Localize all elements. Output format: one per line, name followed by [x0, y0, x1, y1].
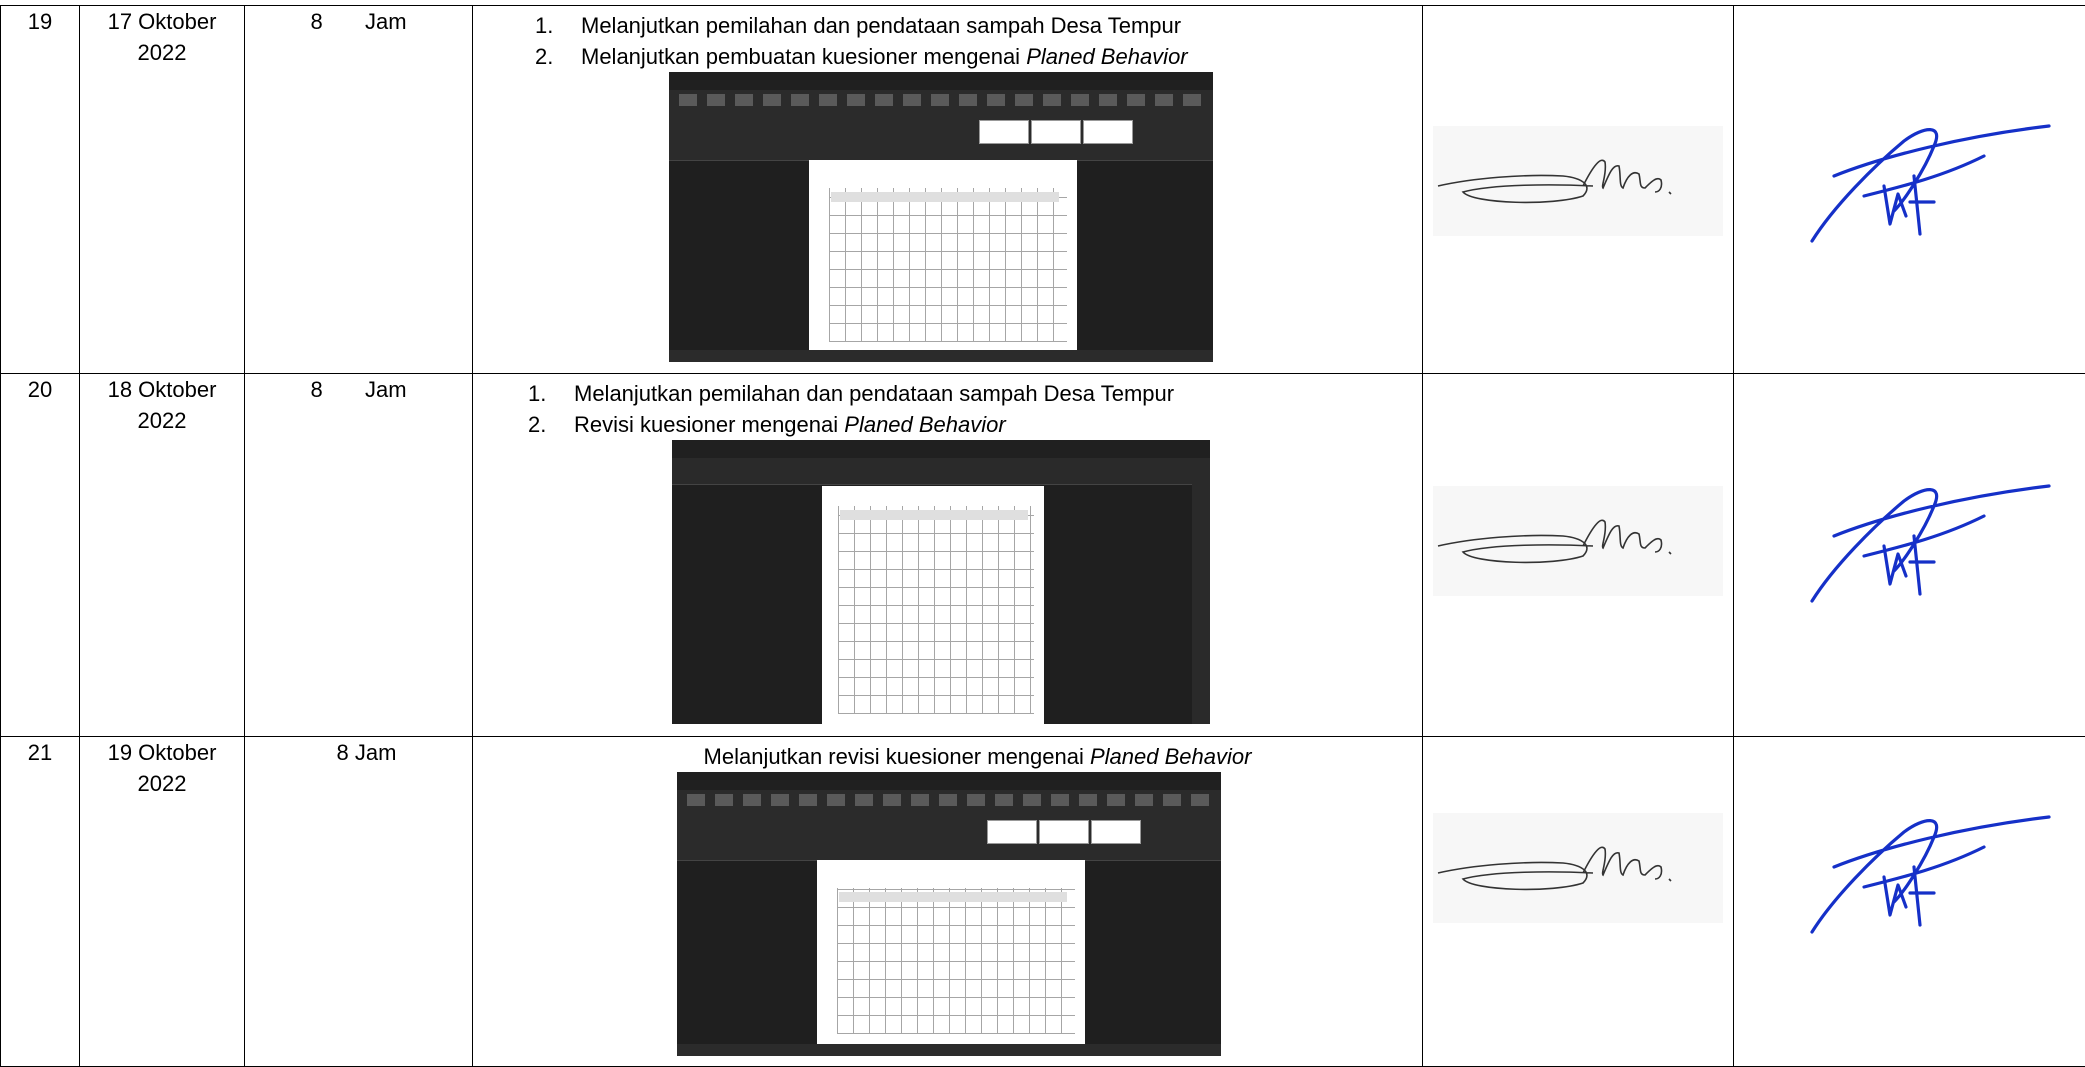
row-number: 20: [0, 373, 80, 737]
student-signature-cell: [1422, 5, 1734, 374]
supervisor-signature-cell: [1733, 5, 2085, 374]
screenshot-titlebar: [669, 72, 1213, 90]
screenshot-document-page: [809, 160, 1077, 352]
activity-text: Melanjutkan pemilahan dan pendataan samp…: [581, 13, 1182, 38]
screenshot-ribbon: [669, 90, 1213, 161]
row-duration: 8 Jam: [244, 373, 473, 737]
date-day-month: 17 Oktober: [107, 9, 217, 34]
screenshot-titlebar: [677, 772, 1221, 790]
duration-hours: 8: [310, 9, 323, 34]
supervisor-signature: [1810, 124, 2051, 243]
activity-number: 2.: [535, 44, 554, 69]
word-document-screenshot: [669, 72, 1213, 362]
activity-item: Melanjutkan revisi kuesioner mengenai Pl…: [473, 737, 1422, 772]
screenshot-ribbon: [677, 790, 1221, 861]
row-date: 18 Oktober 2022: [79, 373, 245, 737]
date-year: 2022: [137, 771, 187, 796]
duration-hours: 8: [310, 377, 323, 402]
activity-text: Revisi kuesioner mengenai: [574, 412, 845, 437]
activity-text: Melanjutkan pemilahan dan pendataan samp…: [574, 381, 1175, 406]
activity-number: 1.: [528, 381, 547, 406]
row-date: 19 Oktober 2022: [79, 736, 245, 1067]
row-activities: 1. Melanjutkan pemilahan dan pendataan sa…: [472, 373, 1423, 737]
supervisor-signature: [1810, 484, 2051, 603]
activity-number: 1.: [535, 13, 554, 38]
duration-unit: Jam: [364, 377, 407, 402]
student-signature: [1433, 126, 1723, 236]
log-row: 19 17 Oktober 2022 8 Jam 1. Melanjutkan p…: [0, 5, 2085, 374]
row-duration: 8 Jam: [244, 736, 473, 1067]
activity-item: 1. Melanjutkan pemilahan dan pendataan sa…: [535, 10, 1422, 41]
date-year: 2022: [137, 40, 187, 65]
row-activities: 1. Melanjutkan pemilahan dan pendataan sa…: [472, 5, 1423, 374]
activity-log-table: 19 17 Oktober 2022 8 Jam 1. Melanjutkan p…: [0, 5, 2085, 1067]
screenshot-document-page: [822, 486, 1044, 724]
log-row: 20 18 Oktober 2022 8 Jam 1. Melanjutkan p…: [0, 373, 2085, 737]
activity-italic-text: Planed Behavior: [1089, 744, 1252, 769]
supervisor-signature-cell: [1733, 736, 2085, 1067]
activity-number: 2.: [528, 412, 547, 437]
row-duration: 8 Jam: [244, 5, 473, 374]
activity-italic-text: Planed Behavior: [844, 412, 1006, 437]
row-number: 19: [0, 5, 80, 374]
date-year: 2022: [137, 408, 187, 433]
student-signature: [1433, 813, 1723, 923]
row-date: 17 Oktober 2022: [79, 5, 245, 374]
activity-text: Melanjutkan revisi kuesioner mengenai: [703, 744, 1090, 769]
log-row: 21 19 Oktober 2022 8 Jam Melanjutkan rev…: [0, 736, 2085, 1067]
screenshot-titlebar: [672, 440, 1210, 458]
screenshot-sidebar: [1192, 470, 1210, 724]
student-signature-cell: [1422, 736, 1734, 1067]
word-document-screenshot: [677, 772, 1221, 1056]
activity-item: 1. Melanjutkan pemilahan dan pendataan sa…: [528, 378, 1422, 409]
date-day-month: 18 Oktober: [107, 377, 217, 402]
student-signature: [1433, 486, 1723, 596]
screenshot-toolbar: [672, 458, 1210, 485]
student-signature-cell: [1422, 373, 1734, 737]
row-activities: Melanjutkan revisi kuesioner mengenai Pl…: [472, 736, 1423, 1067]
duration-combined: 8 Jam: [336, 740, 397, 765]
supervisor-signature: [1810, 815, 2051, 934]
row-number: 21: [0, 736, 80, 1067]
duration-unit: Jam: [364, 9, 407, 34]
activity-italic-text: Planed Behavior: [1026, 44, 1188, 69]
screenshot-document-page: [817, 860, 1085, 1044]
activity-text: Melanjutkan pembuatan kuesioner mengenai: [581, 44, 1027, 69]
pdf-viewer-screenshot: [672, 440, 1210, 724]
activity-item: 2. Revisi kuesioner mengenai Planed Behav…: [528, 409, 1422, 440]
screenshot-statusbar: [677, 1044, 1221, 1056]
supervisor-signature-cell: [1733, 373, 2085, 737]
screenshot-statusbar: [669, 350, 1213, 362]
date-day-month: 19 Oktober: [107, 740, 217, 765]
activity-item: 2. Melanjutkan pembuatan kuesioner mengen…: [535, 41, 1422, 72]
